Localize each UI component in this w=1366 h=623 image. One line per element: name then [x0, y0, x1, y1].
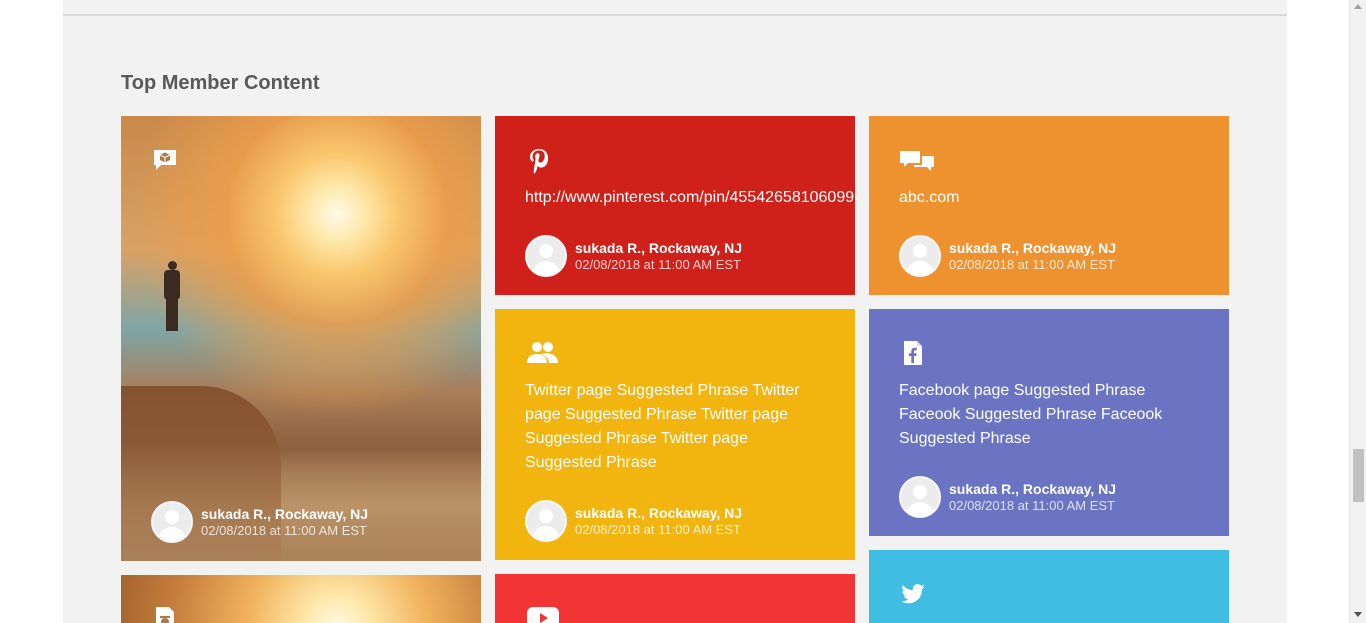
- users-icon: [525, 339, 558, 367]
- scrollbar-thumb[interactable]: [1353, 449, 1364, 502]
- scroll-down-arrow-icon[interactable]: [1354, 612, 1362, 617]
- card-text[interactable]: http://www.pinterest.com/pin/45542658106…: [525, 186, 855, 210]
- card-author[interactable]: sukada R., Rockaway, NJ 02/08/2018 at 11…: [151, 501, 368, 543]
- box-message-icon: [151, 146, 179, 174]
- author-name: sukada R., Rockaway, NJ: [201, 506, 369, 522]
- content-card-twitter-page[interactable]: Twitter page Suggested Phrase Twitter pa…: [495, 309, 855, 560]
- section-title: Top Member Content: [121, 72, 320, 94]
- twitter-bird-icon: [899, 580, 927, 608]
- facebook-file-icon: [899, 339, 927, 367]
- avatar: [525, 500, 567, 542]
- divider: [63, 14, 1287, 16]
- content-card-photo[interactable]: sukada R., Rockaway, NJ 02/08/2018 at 11…: [121, 116, 481, 561]
- content-card-pinterest[interactable]: http://www.pinterest.com/pin/45542658106…: [495, 116, 855, 295]
- author-name: sukada R., Rockaway, NJ: [575, 505, 743, 521]
- post-date: 02/08/2018 at 11:00 AM EST: [949, 257, 1115, 272]
- content-card-photo-2[interactable]: [121, 575, 481, 623]
- card-author[interactable]: sukada R., Rockaway, NJ 02/08/2018 at 11…: [525, 500, 742, 542]
- vertical-scrollbar[interactable]: [1349, 0, 1366, 623]
- page-content: Top Member Content sukada R., Rockaway, …: [63, 0, 1287, 623]
- content-card-facebook-page[interactable]: Facebook page Suggested Phrase Faceook S…: [869, 309, 1229, 536]
- card-text[interactable]: Facebook page Suggested Phrase Faceook S…: [899, 379, 1199, 451]
- camera-file-icon: [151, 605, 179, 623]
- card-author[interactable]: sukada R., Rockaway, NJ 02/08/2018 at 11…: [899, 235, 1116, 277]
- post-date: 02/08/2018 at 11:00 AM EST: [575, 522, 741, 537]
- youtube-icon: [525, 604, 559, 623]
- author-name: sukada R., Rockaway, NJ: [949, 481, 1117, 497]
- content-card-comment[interactable]: abc.com sukada R., Rockaway, NJ 02/08/20…: [869, 116, 1229, 295]
- author-name: sukada R., Rockaway, NJ: [575, 240, 743, 256]
- post-date: 02/08/2018 at 11:00 AM EST: [201, 523, 367, 538]
- post-date: 02/08/2018 at 11:00 AM EST: [575, 257, 741, 272]
- card-author[interactable]: sukada R., Rockaway, NJ 02/08/2018 at 11…: [899, 476, 1116, 518]
- avatar: [899, 235, 941, 277]
- photo-person: [161, 261, 183, 331]
- scroll-up-arrow-icon[interactable]: [1354, 4, 1362, 9]
- card-text[interactable]: abc.com: [899, 186, 1199, 210]
- post-date: 02/08/2018 at 11:00 AM EST: [949, 498, 1115, 513]
- avatar: [899, 476, 941, 518]
- chat-bubbles-icon: [899, 146, 934, 174]
- pinterest-icon: [525, 146, 553, 174]
- avatar: [151, 501, 193, 543]
- author-name: sukada R., Rockaway, NJ: [949, 240, 1117, 256]
- card-text[interactable]: Twitter page Suggested Phrase Twitter pa…: [525, 379, 825, 475]
- card-author[interactable]: sukada R., Rockaway, NJ 02/08/2018 at 11…: [525, 235, 742, 277]
- avatar: [525, 235, 567, 277]
- content-card-youtube[interactable]: [495, 574, 855, 623]
- content-card-twitter[interactable]: [869, 550, 1229, 623]
